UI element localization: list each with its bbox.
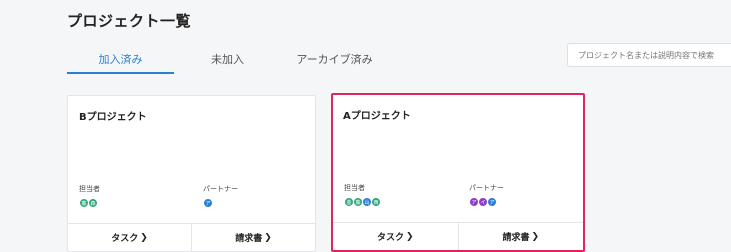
project-card-a[interactable]: Aプロジェクト 担当者 パートナー 金 藤 山 西 ア イ ア タスク ❯ 請求… [331,93,585,252]
task-button-label: タスク [111,234,139,244]
avatar[interactable]: 西 [371,197,381,207]
card-footer: タスク ❯ 請求書 ❯ [68,223,315,251]
tab-not-joined[interactable]: 未加入 [174,46,281,74]
invoice-button-label: 請求書 [235,234,263,244]
project-title[interactable]: Aプロジェクト [343,107,411,122]
task-button[interactable]: タスク ❯ [68,224,191,251]
task-button-label: タスク [376,233,404,243]
partner-avatars: ア イ ア [469,197,497,208]
assignee-label: 担当者 [344,184,365,192]
partner-avatars: ア [203,198,213,209]
chevron-right-icon: ❯ [531,231,540,242]
partner-label: パートナー [203,185,238,193]
search-input[interactable] [567,43,731,67]
assignee-label: 担当者 [79,185,100,193]
avatar[interactable]: ア [487,197,497,207]
chevron-right-icon: ❯ [405,231,414,242]
chevron-right-icon: ❯ [140,232,148,243]
page-title: プロジェクト一覧 [67,12,192,30]
tab-bar: 加入済み 未加入 アーカイブ済み [67,46,388,74]
card-footer: タスク ❯ 請求書 ❯ [333,222,583,250]
assignee-avatars: 藤 森 [79,198,98,209]
assignee-avatars: 金 藤 山 西 [344,197,381,208]
invoice-button[interactable]: 請求書 ❯ [191,224,315,251]
partner-label: パートナー [469,184,504,192]
project-title[interactable]: Bプロジェクト [79,108,147,123]
invoice-button[interactable]: 請求書 ❯ [457,223,584,250]
avatar[interactable]: ア [203,198,213,208]
invoice-button-label: 請求書 [502,233,530,243]
chevron-right-icon: ❯ [264,232,272,243]
task-button[interactable]: タスク ❯ [333,223,458,250]
avatar[interactable]: 森 [88,198,98,208]
project-card-b[interactable]: Bプロジェクト 担当者 パートナー 藤 森 ア タスク ❯ 請求書 ❯ [67,95,316,252]
tab-joined[interactable]: 加入済み [67,46,174,74]
tab-archived[interactable]: アーカイブ済み [281,46,388,74]
